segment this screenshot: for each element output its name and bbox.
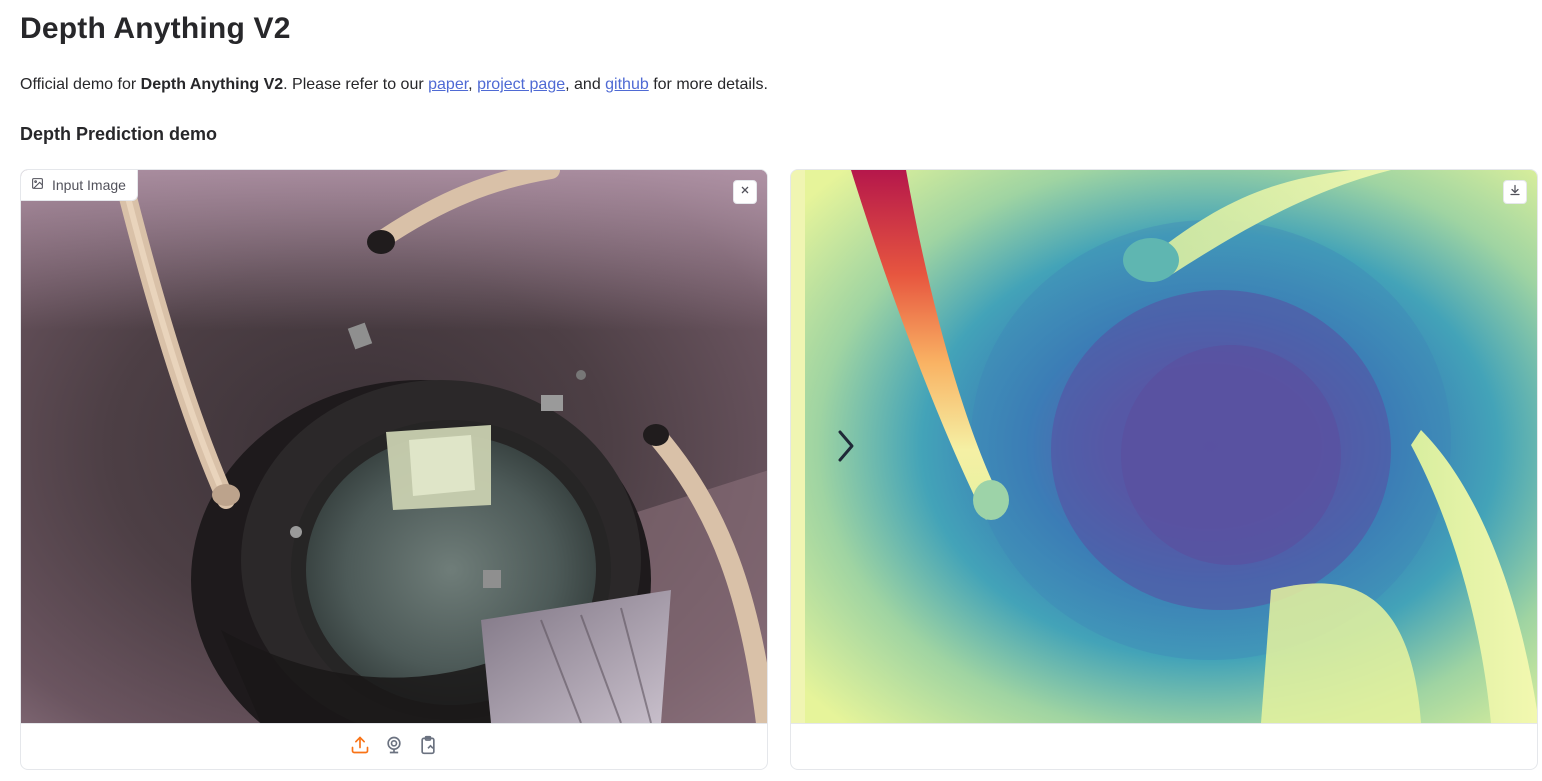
paste-clipboard-button[interactable] [417,735,439,760]
description-middle: . Please refer to our [283,76,429,93]
description-suffix: for more details. [648,76,768,93]
input-image-panel[interactable]: Input Image [20,169,768,770]
section-title: Depth Prediction demo [20,124,218,144]
clipboard-icon [418,735,438,760]
depth-map-image[interactable] [791,170,1537,723]
webcam-button[interactable] [383,735,405,760]
webcam-icon [384,735,404,760]
chevron-right-icon [835,428,857,469]
description-sep2: , and [565,76,606,93]
page-description: Official demo for Depth Anything V2. Ple… [20,76,768,94]
upload-button[interactable] [349,735,371,760]
description-bold: Depth Anything V2 [140,76,284,93]
description-prefix: Official demo for [20,76,141,93]
input-image-label-text: Input Image [52,177,126,193]
depth-map [791,170,1537,723]
github-link[interactable]: github [605,76,649,93]
image-icon [31,177,44,193]
input-image[interactable] [21,170,767,723]
close-icon [739,183,751,201]
input-image-label: Input Image [21,170,138,201]
clear-button[interactable] [733,180,757,204]
compare-slider-handle[interactable] [831,428,861,468]
input-source-toolbar [21,723,767,769]
download-button[interactable] [1503,180,1527,204]
description-sep1: , [468,76,478,93]
page-title: Depth Anything V2 [20,12,291,45]
depth-output-panel [790,169,1538,770]
input-photo [21,170,767,723]
download-icon [1509,183,1521,201]
upload-icon [350,735,370,760]
project-page-link[interactable]: project page [477,76,565,93]
output-footer [791,723,1537,769]
paper-link[interactable]: paper [428,76,468,93]
